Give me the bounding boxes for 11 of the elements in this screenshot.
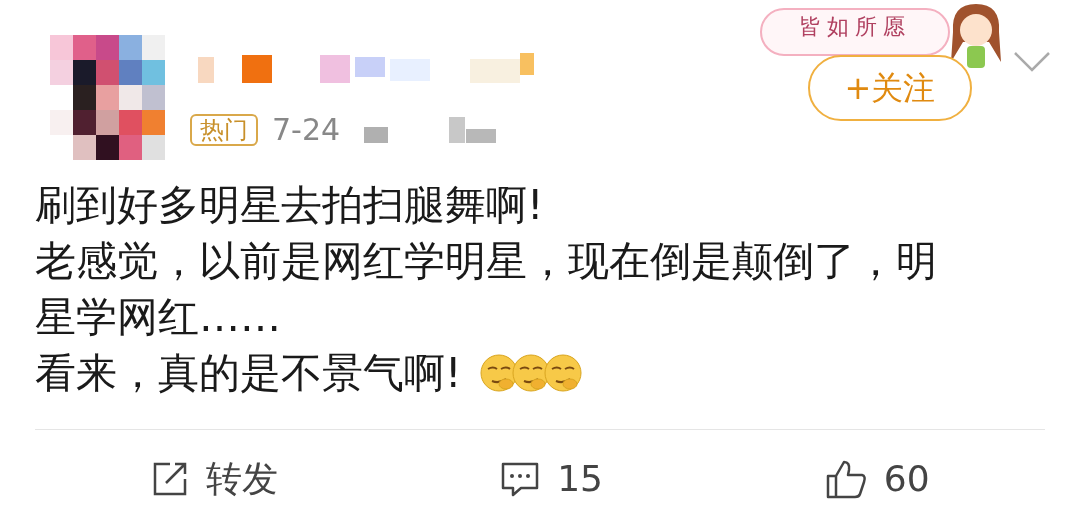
- like-button[interactable]: 60: [823, 451, 930, 506]
- post-text: 老感觉，以前是网红学明星，现在倒是颠倒了，明星学网红……: [35, 236, 938, 343]
- post-date: 7-24: [272, 111, 341, 149]
- hot-badge: 热门: [190, 113, 258, 146]
- smirk-emoji-icon: [543, 353, 584, 393]
- chevron-down-icon[interactable]: [1013, 50, 1051, 74]
- post-text: 看来，真的是不景气啊!: [35, 348, 462, 399]
- banner-text: 皆如所愿: [799, 13, 911, 41]
- comment-button[interactable]: 15: [499, 451, 603, 506]
- post-text: 刷到好多明星去拍扫腿舞啊!: [35, 180, 544, 231]
- share-button[interactable]: 转发: [150, 451, 279, 506]
